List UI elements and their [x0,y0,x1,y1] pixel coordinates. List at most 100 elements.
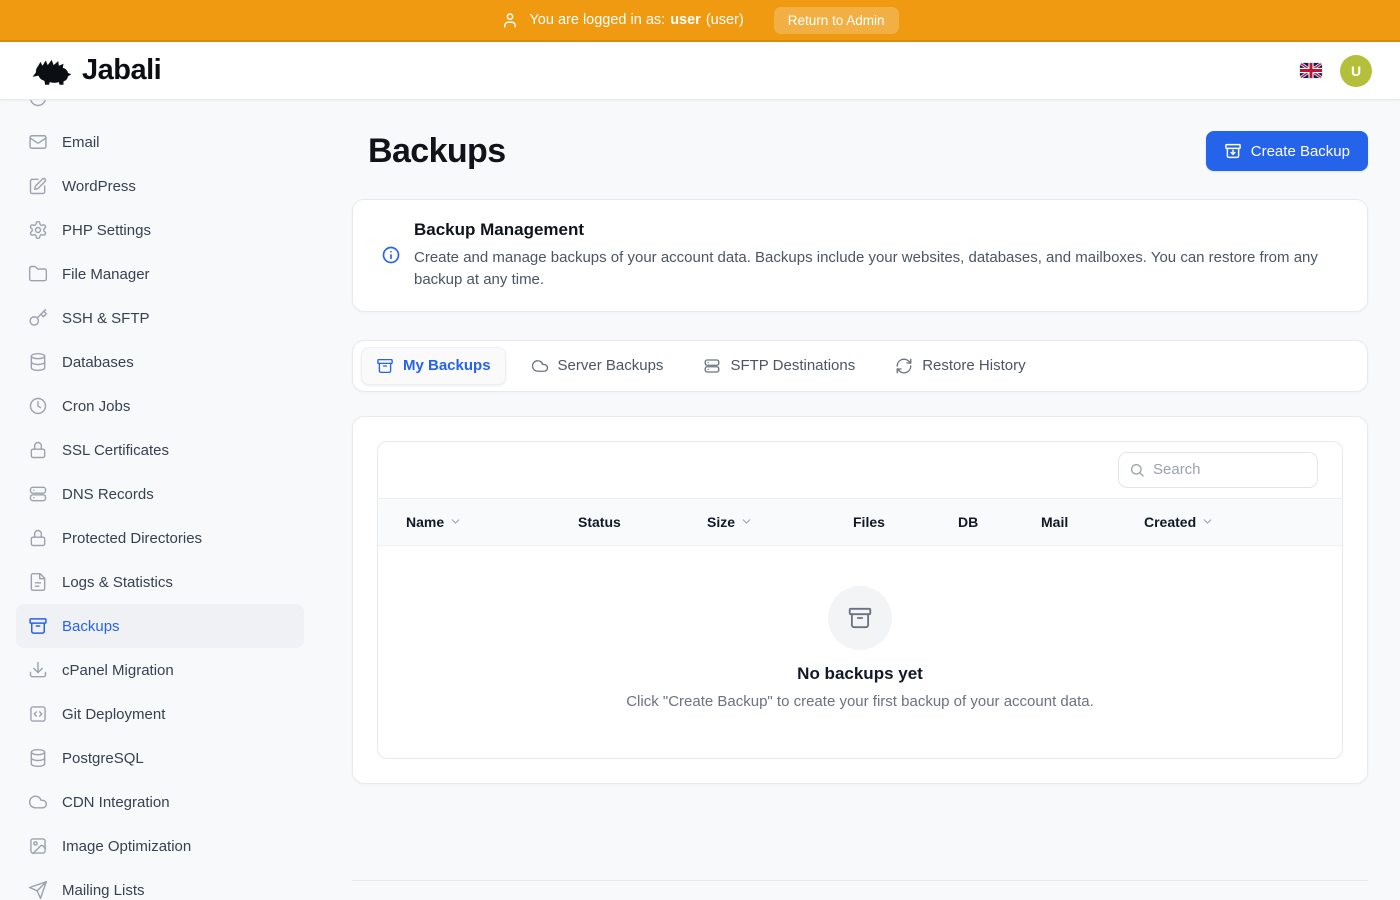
column-header-mail: Mail [1041,514,1144,530]
avatar[interactable]: U [1340,55,1372,87]
tab-panel-my-backups: Name Status Size Files DB [352,416,1368,784]
create-backup-button[interactable]: Create Backup [1206,131,1368,171]
sidebar-item-label: SSL Certificates [62,442,169,459]
chevron-down-icon [740,515,753,528]
sidebar-item-label: cPanel Migration [62,662,174,679]
refresh-icon [895,357,913,375]
return-to-admin-button[interactable]: Return to Admin [774,7,899,34]
column-label: Mail [1041,514,1068,530]
column-label: Name [406,514,444,530]
mail-icon [28,132,48,152]
archive-icon [28,616,48,636]
sidebar-item-label: PostgreSQL [62,750,144,767]
brand-name: Jabali [82,54,161,87]
footer: Jabali Panel GitHub © 2026 Jabali v9.0-r… [352,880,1368,900]
page-header: Backups Create Backup [352,131,1368,171]
key-icon [28,308,48,328]
lock-icon [28,528,48,548]
column-header-created[interactable]: Created [1144,514,1342,530]
sidebar-item-label: Cron Jobs [62,398,130,415]
sidebar-item-mailing-lists[interactable]: Mailing Lists [16,868,304,900]
tab-bar: My Backups Server Backups SFTP Destinati… [352,340,1368,392]
column-header-db: DB [958,514,1041,530]
send-icon [28,880,48,900]
info-title: Backup Management [414,220,1339,240]
tab-label: SFTP Destinations [730,357,855,374]
admin-impersonation-bar: You are logged in as: user (user) Return… [0,0,1400,42]
sidebar-item-label: CDN Integration [62,794,170,811]
search-icon [1129,462,1145,478]
cloud-icon [531,357,549,375]
tab-restore-history[interactable]: Restore History [880,347,1040,385]
login-role: (user) [706,12,744,28]
search-input[interactable] [1118,452,1318,488]
image-icon [28,836,48,856]
gear-icon [28,220,48,240]
layout: Email WordPress PHP Settings File Manage… [0,100,1400,900]
sidebar-item-git-deployment[interactable]: Git Deployment [16,692,304,736]
tab-my-backups[interactable]: My Backups [361,347,506,385]
column-header-name[interactable]: Name [406,514,578,530]
sidebar-item-logs-statistics[interactable]: Logs & Statistics [16,560,304,604]
chevron-down-icon [1201,515,1214,528]
sidebar-item-databases[interactable]: Databases [16,340,304,384]
circle-icon [28,100,48,108]
sidebar-item-image-optimization[interactable]: Image Optimization [16,824,304,868]
sidebar-item-cpanel-migration[interactable]: cPanel Migration [16,648,304,692]
folder-icon [28,264,48,284]
sidebar-nav: Email WordPress PHP Settings File Manage… [0,100,320,900]
sidebar-item-postgresql[interactable]: PostgreSQL [16,736,304,780]
create-backup-label: Create Backup [1251,143,1350,160]
sidebar-item-label: File Manager [62,266,150,283]
database-icon [28,352,48,372]
login-username: user [670,12,701,28]
column-header-status: Status [578,514,707,530]
sidebar-item-protected-directories[interactable]: Protected Directories [16,516,304,560]
sidebar-item-label: Git Deployment [62,706,165,723]
file-text-icon [28,572,48,592]
main-content: Backups Create Backup Backup Management … [320,100,1400,900]
tab-server-backups[interactable]: Server Backups [516,347,679,385]
sidebar-item-clipped[interactable] [16,100,304,120]
sidebar-item-backups[interactable]: Backups [16,604,304,648]
tab-sftp-destinations[interactable]: SFTP Destinations [688,347,870,385]
database-icon [28,748,48,768]
sidebar-item-ssh-sftp[interactable]: SSH & SFTP [16,296,304,340]
info-box: Backup Management Create and manage back… [352,199,1368,312]
sidebar-item-label: Protected Directories [62,530,202,547]
header-actions: U [1300,55,1372,87]
tab-label: Restore History [922,357,1025,374]
brand-logo[interactable]: Jabali [30,54,161,87]
sidebar-item-php-settings[interactable]: PHP Settings [16,208,304,252]
sidebar-item-dns-records[interactable]: DNS Records [16,472,304,516]
boar-logo-icon [30,56,72,86]
sidebar-item-file-manager[interactable]: File Manager [16,252,304,296]
info-icon [381,245,401,265]
column-header-size[interactable]: Size [707,514,853,530]
column-label: Created [1144,514,1196,530]
sidebar-item-label: DNS Records [62,486,154,503]
download-icon [28,660,48,680]
info-text: Backup Management Create and manage back… [414,220,1339,291]
sidebar-item-ssl-certificates[interactable]: SSL Certificates [16,428,304,472]
page-title: Backups [368,132,506,171]
app-header: Jabali U [0,42,1400,100]
login-status-message: You are logged in as: user (user) [529,12,743,28]
user-icon [501,11,519,29]
empty-state-message: Click "Create Backup" to create your fir… [398,693,1322,710]
edit-pen-icon [28,176,48,196]
sidebar-item-email[interactable]: Email [16,120,304,164]
sidebar-item-label: WordPress [62,178,136,195]
language-flag-icon[interactable] [1300,63,1322,78]
lock-icon [28,440,48,460]
column-header-files: Files [853,514,958,530]
sidebar-item-label: SSH & SFTP [62,310,150,327]
code-square-icon [28,704,48,724]
sidebar-item-cdn-integration[interactable]: CDN Integration [16,780,304,824]
archive-icon [828,586,892,650]
sidebar-item-cron-jobs[interactable]: Cron Jobs [16,384,304,428]
sidebar-item-label: Mailing Lists [62,882,145,899]
tab-label: My Backups [403,357,491,374]
sidebar-item-wordpress[interactable]: WordPress [16,164,304,208]
cloud-icon [28,792,48,812]
